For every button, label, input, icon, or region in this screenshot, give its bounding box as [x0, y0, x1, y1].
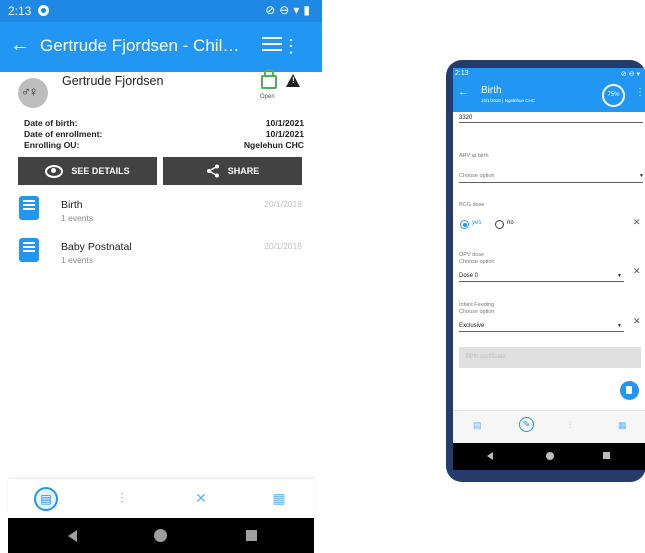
share-button[interactable]: SHARE — [163, 157, 302, 185]
field-underline — [459, 281, 624, 282]
nav-notes-icon[interactable]: ▦ — [268, 487, 290, 509]
arv-label: ARV at birth — [459, 153, 489, 159]
event-item-birth[interactable]: Birth 1 events 20/1/2018 — [0, 196, 322, 236]
arv-select[interactable]: Choose option — [459, 173, 494, 179]
feeding-label: Infant Feeding — [459, 302, 495, 308]
event-form-icon — [19, 196, 39, 220]
system-recents-icon[interactable] — [246, 530, 257, 541]
nav-relationships-icon[interactable]: ✕ — [190, 487, 212, 509]
feeding-select[interactable]: Exclusive — [459, 323, 484, 329]
system-back-icon[interactable] — [68, 530, 77, 542]
event-date: 20/1/2018 — [264, 241, 302, 251]
info-label: Date of enrollment: — [24, 129, 103, 139]
form-bottom-navigation: ▤ ✎ ⫶ ▦ — [453, 411, 645, 443]
clear-icon[interactable]: ✕ — [633, 266, 641, 277]
info-value: Ngelehun CHC — [243, 140, 304, 150]
share-icon — [206, 164, 219, 178]
bcg-yes-label: yes — [472, 220, 482, 226]
dropdown-arrow-icon[interactable]: ▼ — [639, 173, 644, 179]
system-home-icon[interactable] — [546, 452, 554, 460]
event-form-screen: 2:13 ⊘⊖▾ ← Birth 10/1/2020 | Ngelehun CH… — [453, 68, 645, 470]
opv-select[interactable]: Dose 0 — [459, 273, 478, 279]
overflow-menu-icon[interactable]: ⋮ — [282, 36, 300, 57]
status-time: 2:13 — [455, 70, 469, 77]
system-navigation-bar — [8, 518, 314, 553]
lock-state-label: Open — [260, 94, 275, 100]
info-row-birth: Date of birth: 10/1/2021 — [24, 118, 304, 129]
status-time: 2:13 — [8, 4, 32, 18]
completion-progress: 75% — [602, 84, 625, 107]
back-arrow-icon[interactable]: ← — [10, 34, 30, 57]
dropdown-arrow-icon[interactable]: ▼ — [617, 273, 622, 279]
nav-details-icon[interactable]: ▤ — [473, 420, 482, 431]
field-underline — [459, 331, 624, 332]
opv-label: OPV dose — [459, 252, 485, 258]
see-details-label: SEE DETAILS — [71, 166, 130, 176]
form-header: 2:13 ⊘⊖▾ ← Birth 10/1/2020 | Ngelehun CH… — [453, 68, 645, 112]
app-bar: ← Gertrude Fjordsen - Child ... ⋮ — [0, 22, 322, 72]
event-item-baby-postnatal[interactable]: Baby Postnatal 1 events 20/1/2018 — [0, 238, 322, 278]
event-name: Baby Postnatal — [61, 241, 132, 253]
field-underline — [459, 122, 643, 123]
status-bar: 2:13 ⊘⊖▾▮ — [0, 0, 322, 22]
info-label: Enrolling OU: — [24, 140, 80, 150]
bottom-navigation: ▤ ⫶ ✕ ▦ — [8, 478, 314, 519]
tracked-entity-dashboard: 2:13 ⊘⊖▾▮ ← Gertrude Fjordsen - Child ..… — [0, 0, 322, 553]
weight-value[interactable]: 3320 — [459, 115, 472, 121]
warning-icon[interactable] — [286, 74, 300, 87]
dropdown-arrow-icon[interactable]: ▼ — [617, 323, 622, 329]
filter-icon[interactable] — [262, 37, 282, 55]
person-avatar-icon — [18, 78, 48, 108]
birth-certificate-button[interactable]: Birth certificate — [459, 347, 641, 368]
system-recents-icon[interactable] — [603, 452, 610, 459]
page-title: Gertrude Fjordsen - Child ... — [40, 36, 240, 55]
eye-icon — [45, 164, 64, 178]
info-value: 10/1/2021 — [265, 118, 304, 128]
field-underline — [459, 182, 643, 183]
info-row-ou: Enrolling OU: Ngelehun CHC — [24, 140, 304, 151]
enrollment-info: Date of birth: 10/1/2021 Date of enrollm… — [24, 118, 304, 151]
opv-hint: Choose option — [459, 259, 495, 265]
feeding-hint: Choose option — [459, 309, 495, 315]
person-name: Gertrude Fjordsen — [62, 74, 164, 88]
overflow-menu-icon[interactable]: ⋮ — [635, 87, 645, 98]
system-back-icon[interactable] — [487, 452, 493, 460]
event-form-icon — [19, 238, 39, 262]
clear-icon[interactable]: ✕ — [633, 316, 641, 327]
event-date: 20/1/2018 — [264, 199, 302, 209]
back-arrow-icon[interactable]: ← — [458, 86, 469, 98]
bcg-label: BCG dose — [459, 202, 485, 208]
form-subtitle: 10/1/2020 | Ngelehun CHC — [481, 98, 535, 103]
nav-edit-form-icon[interactable]: ✎ — [519, 417, 534, 432]
bcg-no-label: no — [507, 220, 514, 226]
form-title: Birth — [481, 85, 502, 96]
nav-analytics-icon[interactable]: ⫶ — [569, 420, 571, 431]
bcg-yes-radio[interactable] — [460, 220, 469, 229]
device-frame: 2:13 ⊘⊖▾ ← Birth 10/1/2020 | Ngelehun CH… — [446, 60, 645, 482]
info-value: 10/1/2021 — [265, 129, 304, 139]
info-row-enrollment: Date of enrollment: 10/1/2021 — [24, 129, 304, 140]
app-notification-icon — [38, 5, 49, 16]
system-home-icon[interactable] — [154, 529, 167, 542]
share-label: SHARE — [227, 166, 260, 176]
unlock-icon[interactable] — [261, 69, 277, 89]
event-count: 1 events — [61, 255, 94, 265]
bcg-no-radio[interactable] — [495, 220, 504, 229]
info-label: Date of birth: — [24, 118, 78, 128]
nav-analytics-icon[interactable]: ⫶ — [111, 487, 133, 509]
save-icon[interactable] — [620, 381, 639, 400]
event-count: 1 events — [61, 213, 94, 223]
nav-notes-icon[interactable]: ▦ — [618, 420, 627, 431]
system-navigation-bar — [453, 443, 645, 470]
see-details-button[interactable]: SEE DETAILS — [18, 157, 157, 185]
event-name: Birth — [61, 199, 83, 211]
status-icons: ⊘⊖▾▮ — [265, 3, 314, 17]
nav-dashboard-icon[interactable]: ▤ — [34, 487, 58, 511]
status-icons: ⊘⊖▾ — [620, 71, 642, 78]
clear-icon[interactable]: ✕ — [633, 217, 641, 228]
